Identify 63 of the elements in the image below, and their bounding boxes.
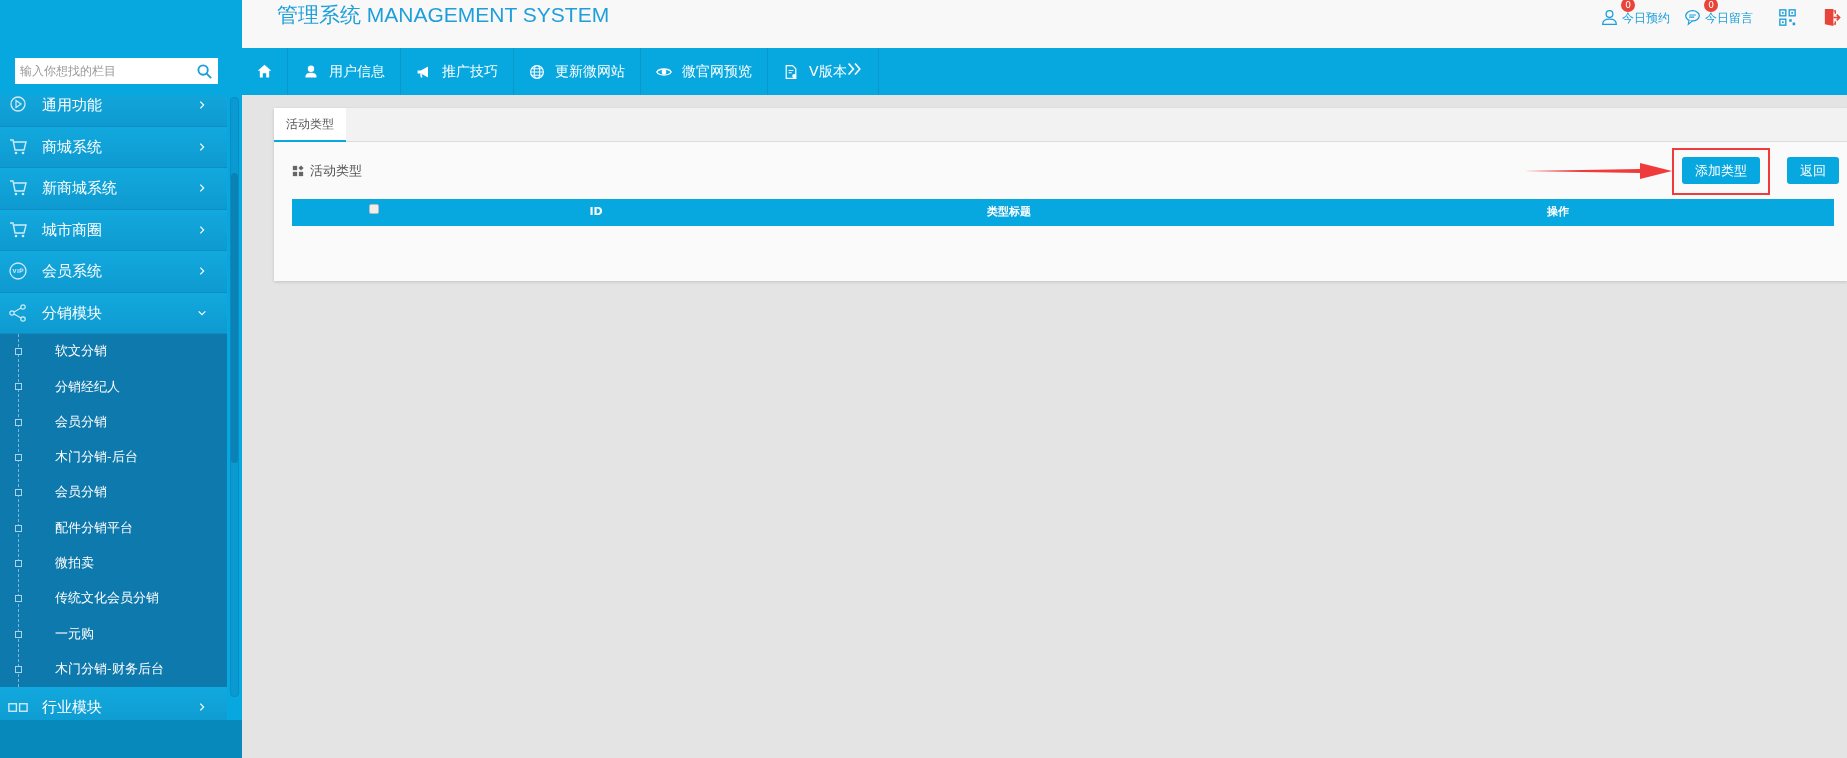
column-header: 类型标题: [987, 204, 1031, 221]
tree-node-icon: [15, 489, 22, 497]
cart-icon: [8, 136, 28, 157]
share-icon: [8, 302, 28, 323]
chevron-right-icon: [197, 140, 207, 153]
menu-item[interactable]: 城市商圈: [0, 209, 227, 251]
grid-icon: [8, 702, 28, 712]
apps-icon: [292, 164, 304, 177]
submenu-item[interactable]: 会员分销: [0, 475, 227, 511]
action-button[interactable]: 添加类型: [1682, 157, 1760, 184]
menu-item[interactable]: 会员系统: [0, 251, 227, 293]
nav-tab[interactable]: 微官网预览: [641, 48, 768, 95]
nav-tab[interactable]: 更新微网站: [514, 48, 641, 95]
tree-node-icon: [15, 418, 22, 426]
select-all-checkbox[interactable]: [369, 203, 379, 214]
home-icon: [256, 63, 273, 80]
cart-icon: [8, 219, 28, 240]
user-icon: [303, 63, 319, 80]
submenu-item[interactable]: 传统文化会员分销: [0, 581, 227, 617]
qr-code-icon[interactable]: [1779, 9, 1796, 26]
submenu-item[interactable]: 木门分销-财务后台: [0, 651, 227, 687]
submenu-item[interactable]: 配件分销平台: [0, 510, 227, 546]
action-button[interactable]: 返回: [1787, 157, 1839, 184]
user-icon: [1601, 9, 1618, 26]
nav-tab[interactable]: V版本: [768, 48, 879, 95]
tree-node-icon: [15, 595, 22, 603]
tree-node-icon: [15, 524, 22, 532]
count-badge: 0: [1621, 0, 1635, 12]
tree-node-icon: [15, 454, 22, 462]
menu-item[interactable]: 分销模块: [0, 292, 227, 334]
submenu-item[interactable]: 微拍卖: [0, 545, 227, 582]
search-icon[interactable]: [197, 64, 212, 79]
tree-node-icon: [15, 559, 22, 567]
submenu-item[interactable]: 会员分销: [0, 404, 227, 440]
nav-tab[interactable]: 用户信息: [288, 48, 401, 95]
column-header: 操作: [1547, 204, 1569, 221]
scrollbar[interactable]: [230, 97, 239, 697]
globe-icon: [529, 63, 545, 80]
vip-badge-icon: [8, 261, 28, 282]
menu-item[interactable]: 新商城系统: [0, 168, 227, 210]
menu-item[interactable]: 行业模块: [0, 686, 227, 720]
tree-node-icon: [15, 383, 22, 391]
submenu-item[interactable]: 木门分销-后台: [0, 439, 227, 476]
chat-bubble-icon: [1684, 9, 1701, 26]
search-field[interactable]: 输入你想找的栏目: [15, 58, 218, 84]
app-title: 管理系统 MANAGEMENT SYSTEM: [277, 2, 610, 28]
tree-node-icon: [15, 348, 22, 356]
chevron-right-icon: [197, 223, 207, 236]
column-header: ID: [589, 204, 603, 221]
panel-title: 活动类型: [310, 161, 362, 180]
tree-node-icon: [15, 630, 22, 638]
submenu-item[interactable]: 分销经纪人: [0, 369, 227, 405]
page-tab[interactable]: 活动类型: [274, 108, 346, 142]
count-badge: 0: [1704, 0, 1718, 12]
submenu-item[interactable]: 一元购: [0, 616, 227, 652]
menu-item[interactable]: 商城系统: [0, 126, 227, 168]
menu-item[interactable]: 通用功能: [0, 95, 227, 127]
submenu-item[interactable]: 软文分销: [0, 334, 227, 370]
tree-node-icon: [15, 665, 22, 673]
exit-icon[interactable]: [1822, 8, 1841, 27]
double-chevron-icon: [846, 60, 863, 77]
nav-tab[interactable]: 推广技巧: [401, 48, 514, 95]
document-gear-icon: [783, 63, 799, 80]
